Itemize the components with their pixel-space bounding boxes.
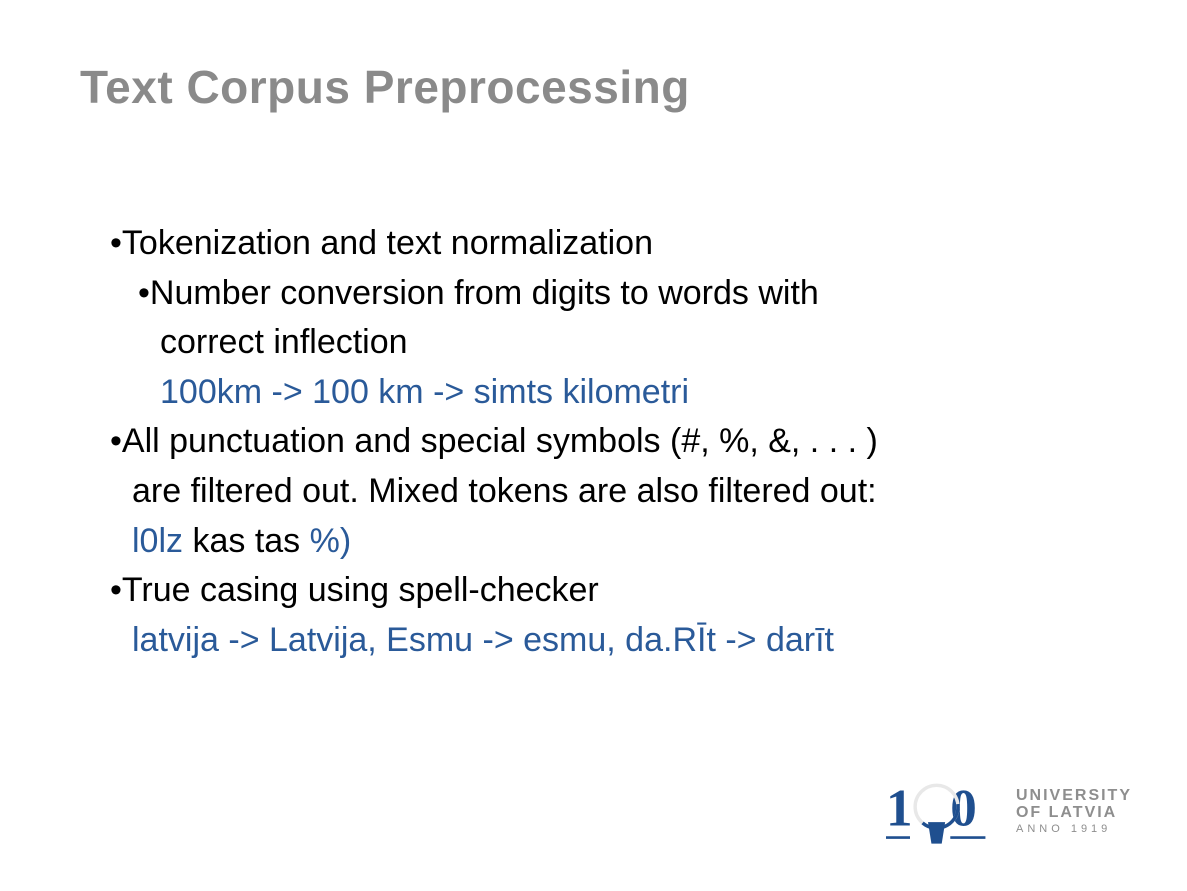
bullet-punctuation: •All punctuation and special symbols (#,…: [110, 418, 1080, 466]
bullet-number-conversion-cont: correct inflection: [110, 319, 1080, 367]
bullet-text: All punctuation and special symbols (#, …: [122, 422, 878, 460]
example-text-pre: l0lz: [132, 522, 192, 560]
example-text-post: %): [310, 522, 352, 560]
logo-mark-icon: 1 0: [886, 771, 1006, 851]
logo-line1: UNIVERSITY: [1016, 787, 1132, 804]
bullet-text: are filtered out. Mixed tokens are also …: [132, 472, 877, 510]
logo-year: ANNO 1919: [1016, 823, 1132, 835]
bullet-truecasing: •True casing using spell-checker: [110, 567, 1080, 615]
bullet-text: Tokenization and text normalization: [122, 224, 653, 262]
bullet-text: True casing using spell-checker: [122, 571, 599, 609]
example-punctuation: l0lz kas tas %): [110, 518, 1080, 566]
logo-text-block: UNIVERSITY OF LATVIA ANNO 1919: [1016, 787, 1132, 836]
slide: Text Corpus Preprocessing •Tokenization …: [0, 0, 1187, 891]
slide-title: Text Corpus Preprocessing: [80, 60, 690, 114]
bullet-number-conversion: •Number conversion from digits to words …: [110, 270, 1080, 318]
svg-text:0: 0: [950, 780, 977, 838]
example-number-conversion: 100km -> 100 km -> simts kilometri: [110, 369, 1080, 417]
slide-body: •Tokenization and text normalization •Nu…: [110, 220, 1080, 666]
example-text-mid: kas tas: [192, 522, 309, 560]
example-truecasing: latvija -> Latvija, Esmu -> esmu, da.RĪt…: [110, 617, 1080, 665]
example-text: 100km -> 100 km -> simts kilometri: [160, 373, 689, 411]
university-logo: 1 0 UNIVERSITY OF LATVIA ANNO 1919: [886, 771, 1132, 851]
bullet-text: correct inflection: [160, 323, 408, 361]
svg-text:1: 1: [886, 780, 913, 838]
logo-line2: OF LATVIA: [1016, 804, 1132, 821]
example-text: latvija -> Latvija, Esmu -> esmu, da.RĪt…: [132, 621, 834, 659]
bullet-tokenization: •Tokenization and text normalization: [110, 220, 1080, 268]
bullet-punctuation-cont: are filtered out. Mixed tokens are also …: [110, 468, 1080, 516]
bullet-text: Number conversion from digits to words w…: [150, 274, 819, 312]
